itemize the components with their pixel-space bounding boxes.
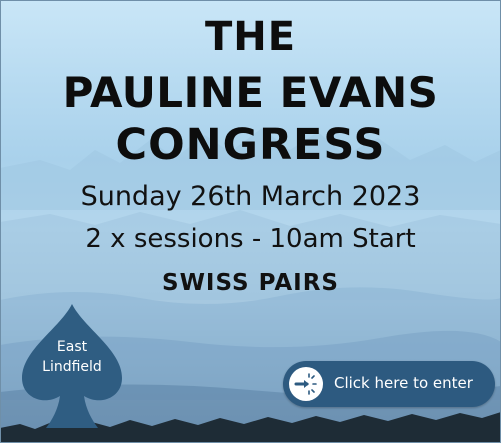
click-cursor-icon: [289, 367, 323, 401]
event-sessions: 2 x sessions - 10am Start: [85, 224, 416, 254]
title-line-3: CONGRESS: [115, 120, 386, 170]
congress-poster: THE PAULINE EVANS CONGRESS Sunday 26th M…: [0, 0, 501, 443]
title-line-2: PAULINE EVANS: [62, 68, 439, 117]
event-format: SWISS PAIRS: [162, 270, 339, 296]
enter-button[interactable]: Click here to enter: [283, 361, 495, 407]
club-name-line-1: East: [56, 339, 88, 355]
title-line-1: THE: [204, 14, 297, 60]
club-name-line-2: Lindfield: [42, 359, 102, 375]
enter-button-label: Click here to enter: [334, 374, 473, 392]
event-date: Sunday 26th March 2023: [80, 181, 421, 212]
